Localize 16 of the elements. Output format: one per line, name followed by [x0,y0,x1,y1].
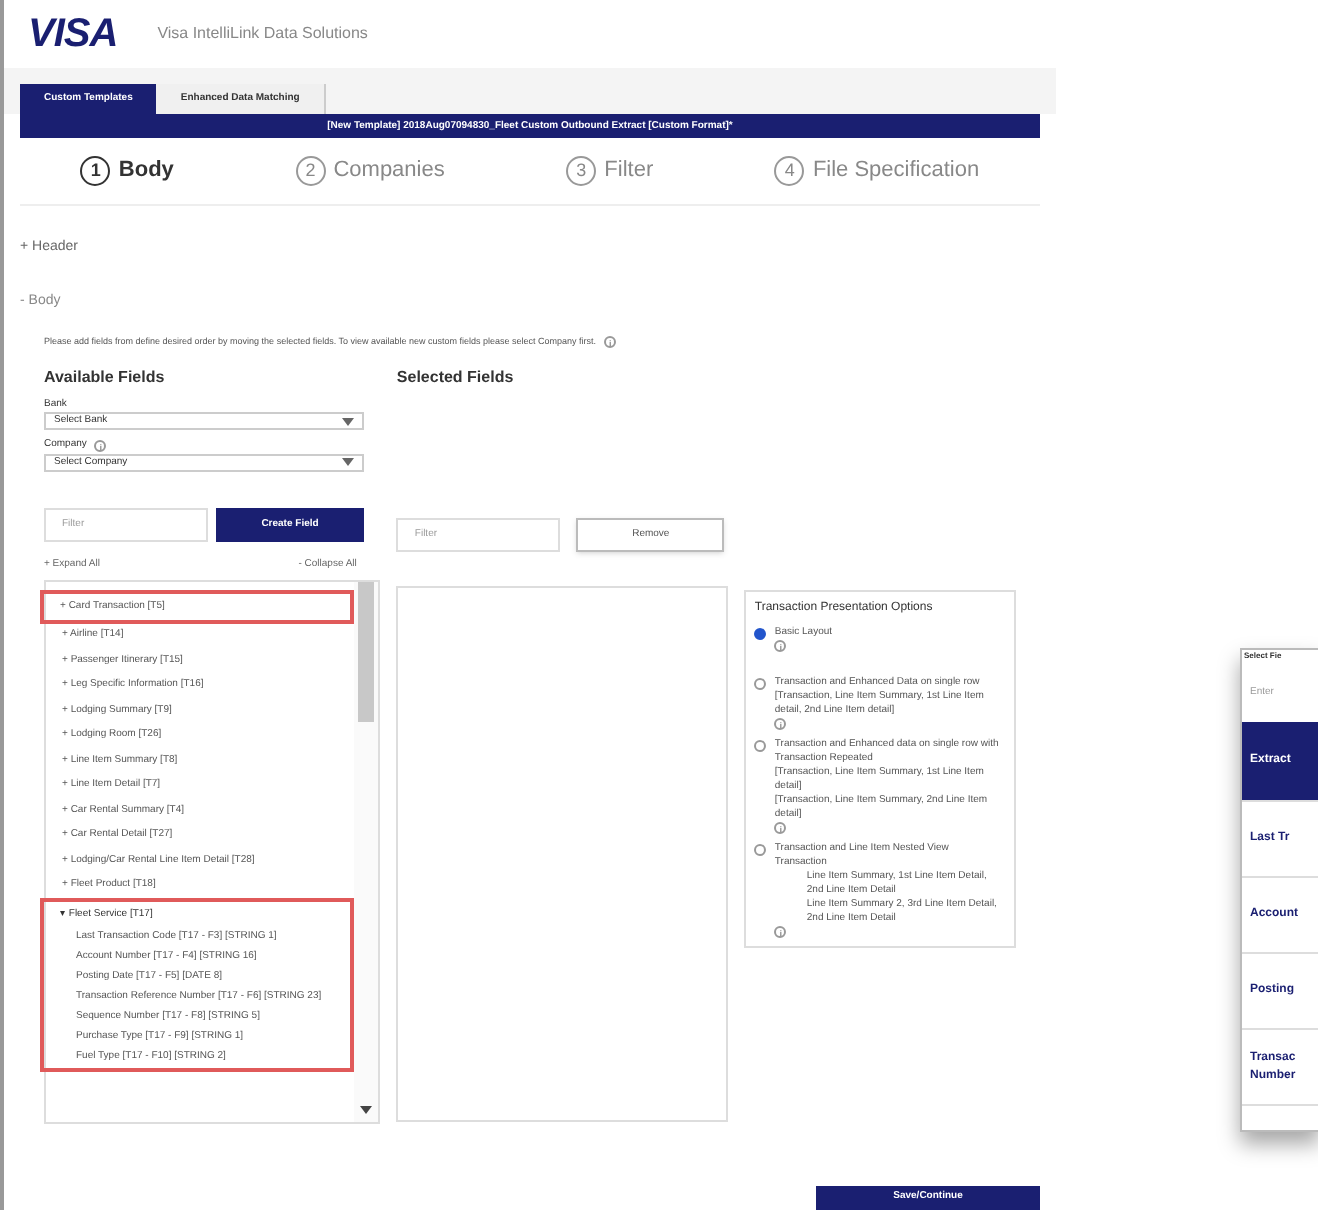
caret-icon [342,458,354,467]
caret-icon [342,417,354,426]
step-tab[interactable]: 4 File Specification [774,154,980,188]
step-tab[interactable]: 2 Companies [295,154,445,188]
radio-button[interactable] [754,843,767,856]
step-tab[interactable]: 1 Body [80,154,174,188]
step-tab[interactable]: 3 Filter [566,154,654,188]
visa-logo: VISA [28,10,118,60]
radio-button[interactable] [754,627,767,640]
section-heading: Selected Fields [396,365,516,390]
app-title: Visa IntelliLink Data Solutions [157,22,368,46]
scroll-down-icon[interactable] [360,1106,373,1115]
radio-button[interactable] [754,739,767,752]
scrollbar-thumb[interactable] [358,582,375,723]
section-heading: Available Fields [44,365,167,390]
radio-button[interactable] [754,677,767,690]
